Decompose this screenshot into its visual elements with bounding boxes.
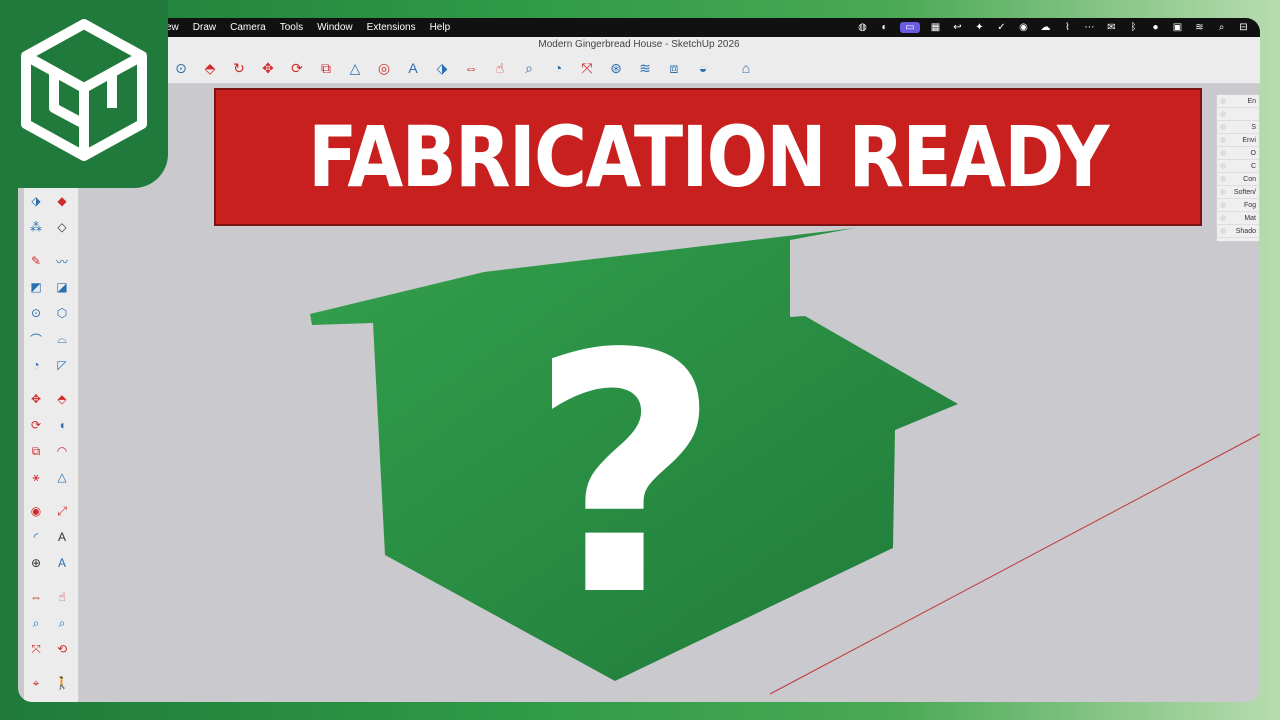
question-mark: ? bbox=[529, 284, 720, 668]
house-overlay: ? bbox=[310, 228, 958, 681]
